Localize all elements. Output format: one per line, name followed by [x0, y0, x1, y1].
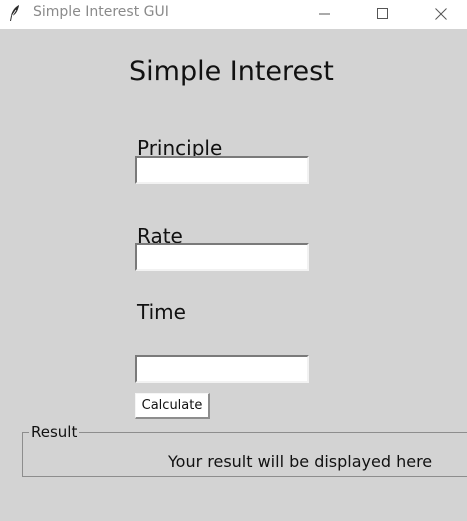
- minimize-icon: [319, 13, 330, 15]
- time-input[interactable]: [135, 355, 309, 383]
- result-text: Your result will be displayed here: [168, 452, 433, 471]
- principle-input[interactable]: [135, 156, 309, 184]
- close-button[interactable]: [412, 0, 467, 29]
- calculate-button[interactable]: Calculate: [135, 393, 210, 419]
- maximize-icon: [377, 8, 388, 19]
- minimize-button[interactable]: [296, 0, 354, 29]
- rate-label: Rate: [137, 224, 183, 245]
- result-legend: Result: [29, 423, 80, 441]
- time-label: Time: [137, 300, 186, 324]
- title-bar[interactable]: Simple Interest GUI: [0, 0, 467, 29]
- feather-icon: [6, 4, 24, 22]
- maximize-button[interactable]: [354, 0, 412, 29]
- page-title: Simple Interest: [129, 56, 334, 87]
- principle-label: Principle: [137, 136, 223, 157]
- close-icon: [435, 8, 447, 20]
- window-title: Simple Interest GUI: [33, 4, 169, 20]
- app-window: Simple Interest GUI Simple Interest Prin…: [0, 0, 467, 521]
- rate-input[interactable]: [135, 243, 309, 271]
